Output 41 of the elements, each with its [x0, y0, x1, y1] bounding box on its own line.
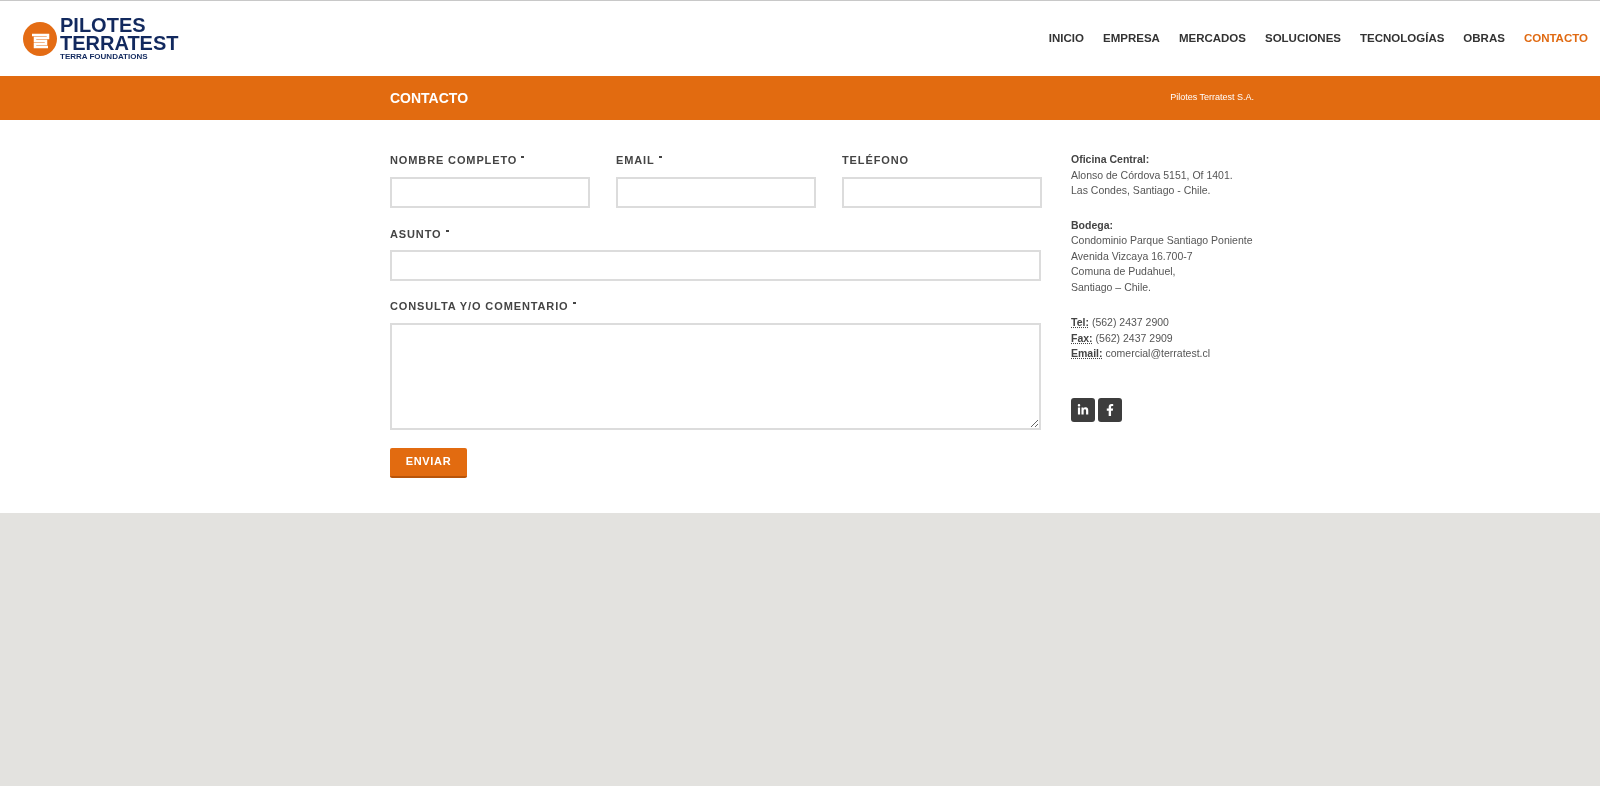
page-title: CONTACTO [390, 88, 469, 108]
contact-label: Tel: [1071, 315, 1089, 330]
facebook-button[interactable] [1098, 397, 1122, 422]
logo-icon [22, 20, 58, 57]
nav-link[interactable]: OBRAS [1463, 29, 1505, 48]
linkedin-button[interactable] [1071, 397, 1095, 422]
contact-value: (562) 2437 2900 [1091, 315, 1169, 330]
contact-value: (562) 2437 2909 [1095, 330, 1173, 346]
address-line: Las Condes, Santiago - Chile. [1071, 183, 1212, 198]
input-field[interactable] [390, 250, 1041, 281]
input-field[interactable] [616, 176, 816, 208]
contact-label: Email: [1071, 346, 1103, 361]
address-line: Comuna de Pudahuel, [1071, 264, 1177, 279]
linkedin-icon [1077, 403, 1089, 416]
nav-link[interactable]: MERCADOS [1178, 29, 1246, 48]
field-label: NOMBRE COMPLETO [390, 153, 518, 168]
field-label: CONSULTA Y/O COMENTARIO [390, 299, 569, 314]
nav-link[interactable]: TECNOLOGÍAS [1360, 29, 1445, 48]
nav-link[interactable]: INICIO [1048, 29, 1084, 48]
field-label: EMAIL [616, 153, 655, 168]
address-line: Alonso de Córdova 5151, Of 1401. [1071, 167, 1234, 183]
facebook-icon [1104, 403, 1116, 416]
breadcrumb: Pilotes Terratest S.A. [1170, 91, 1254, 105]
input-field[interactable] [842, 176, 1042, 208]
contact-label: Fax: [1071, 330, 1093, 346]
office-title: Oficina Central: [1071, 152, 1151, 167]
office-title: Bodega: [1071, 217, 1114, 233]
nav-link[interactable]: EMPRESA [1103, 29, 1160, 48]
nav-link[interactable]: SOLUCIONES [1264, 29, 1341, 48]
logo-text: PILOTES [60, 16, 147, 34]
address-line: Santiago – Chile. [1071, 279, 1152, 295]
field-label: ASUNTO [390, 226, 442, 242]
address-line: Condominio Parque Santiago Poniente [1071, 233, 1253, 248]
field-label: TELÉFONO [842, 153, 909, 168]
contact-value: comercial@terratest.cl [1105, 346, 1211, 361]
address-line: Avenida Vizcaya 16.700-7 [1071, 248, 1194, 264]
logo-text: TERRATEST [60, 34, 179, 52]
logo-tagline: TERRA FOUNDATIONS [60, 53, 149, 61]
input-field[interactable] [390, 176, 590, 208]
logo[interactable]: PILOTES TERRATEST TERRA FOUNDATIONS [22, 16, 179, 61]
comment-field[interactable] [390, 322, 1041, 430]
